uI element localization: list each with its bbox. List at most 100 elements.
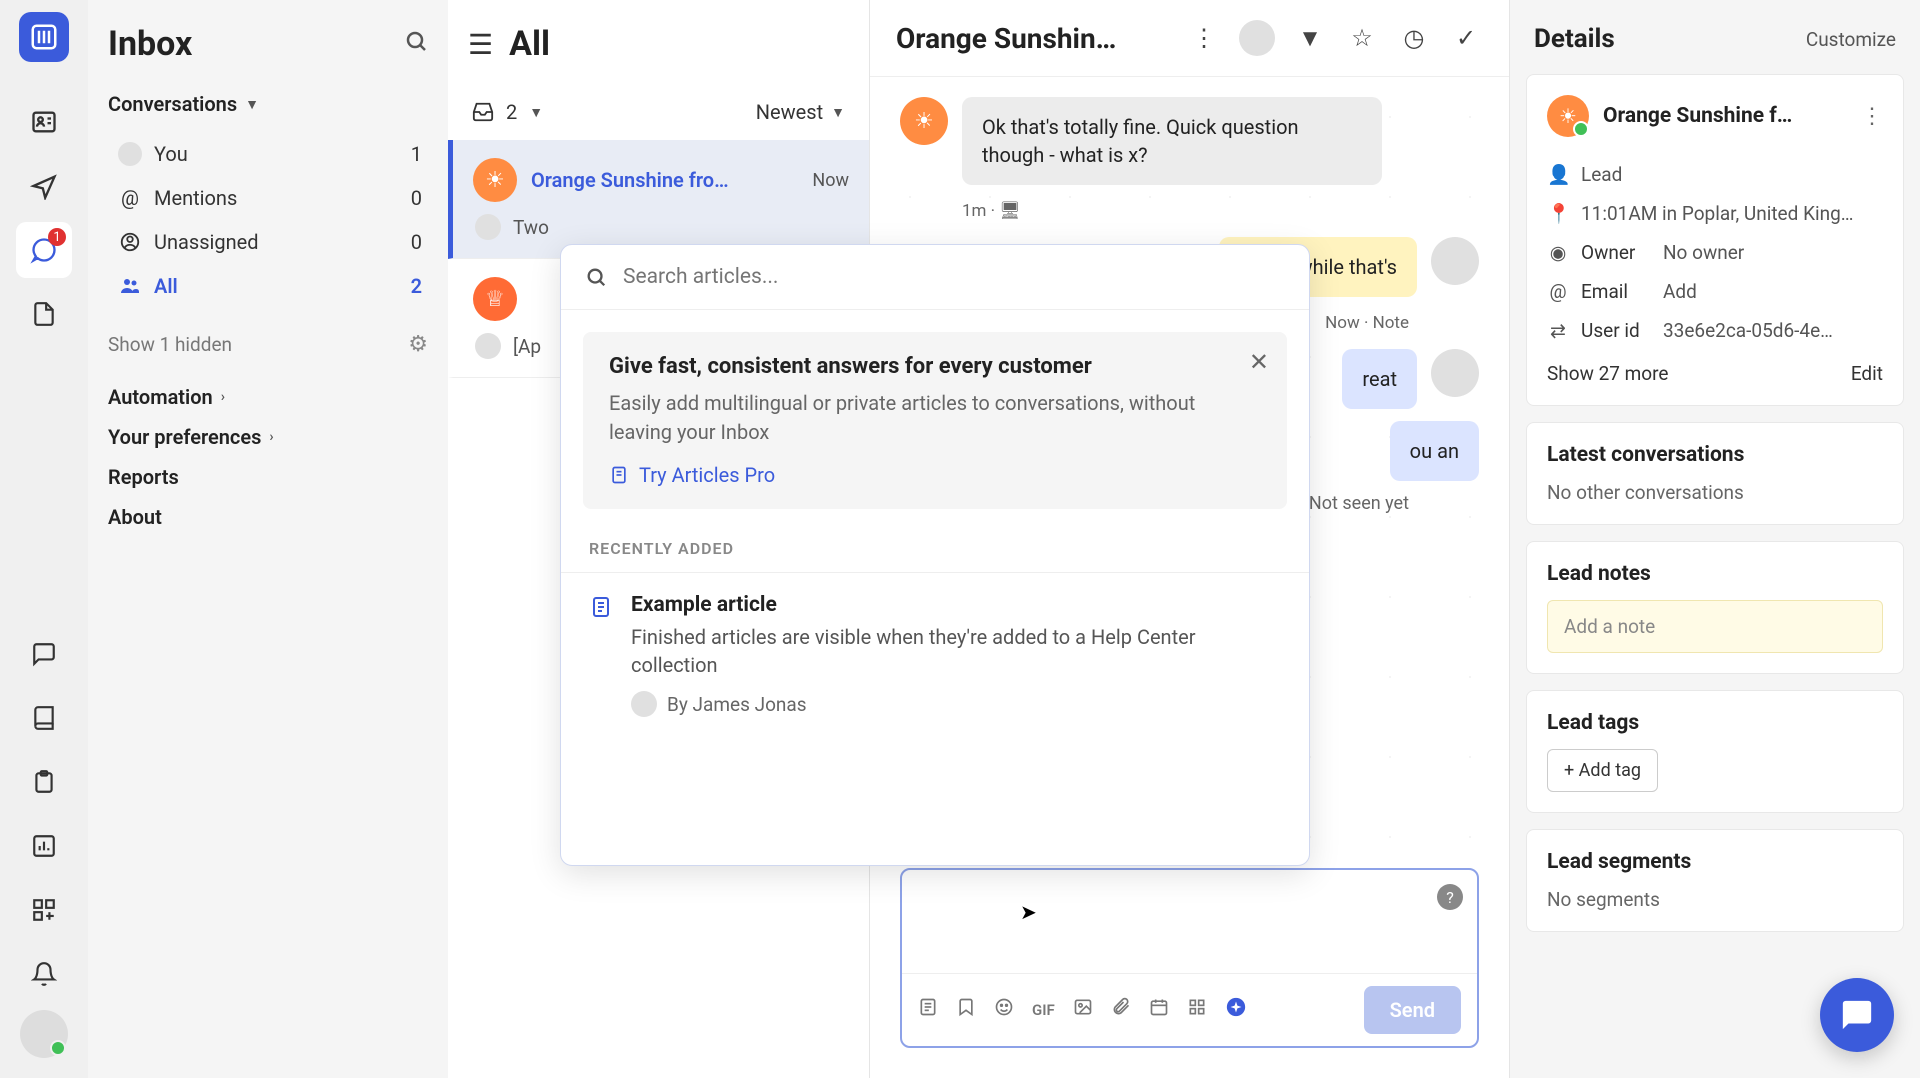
email-value[interactable]: Add [1663,280,1883,303]
article-item[interactable]: Example article Finished articles are vi… [561,572,1309,745]
rail-articles-icon[interactable] [16,286,72,342]
sort-dropdown[interactable]: Newest ▼ [756,100,845,124]
more-icon[interactable]: ⋮ [1861,104,1883,129]
lead-info-card: ☀ Orange Sunshine f… ⋮ 👤Lead 📍11:01AM in… [1526,74,1904,406]
rail-reports-icon[interactable] [16,818,72,874]
conversations-section[interactable]: Conversations ▼ [108,92,428,116]
inbox-badge: 1 [48,228,66,246]
try-articles-pro-link[interactable]: Try Articles Pro [609,463,1261,487]
conversations-label: Conversations [108,92,237,116]
conversation-avatar: ♕ [473,277,517,321]
rail-chat-icon[interactable] [16,626,72,682]
list-title: All [509,24,550,64]
assignee-dropdown-icon[interactable]: ▼ [1293,24,1327,53]
sidebar-item-label: Unassigned [154,230,411,254]
bookmark-icon[interactable] [956,997,976,1023]
assignee-avatar[interactable] [1239,20,1275,56]
rail-contacts-icon[interactable] [16,94,72,150]
sidebar-item-all[interactable]: All 2 [108,264,428,308]
add-tag-button[interactable]: + Add tag [1547,749,1658,792]
rail-bell-icon[interactable] [16,946,72,1002]
at-icon: @ [114,186,146,210]
list-toggle-icon[interactable]: ☰ [468,28,493,61]
sidebar-item-mentions[interactable]: @ Mentions 0 [108,176,428,220]
operator-icon[interactable] [1225,996,1247,1024]
userid-icon: ⇄ [1547,319,1569,342]
sidebar-item-label: You [154,142,411,166]
lead-name[interactable]: Orange Sunshine f… [1603,104,1847,128]
rail-apps-icon[interactable] [16,882,72,938]
search-icon [585,266,607,288]
edit-button[interactable]: Edit [1851,362,1883,385]
promo-title: Give fast, consistent answers for every … [609,354,1261,379]
open-count: 2 [506,100,517,124]
show-more-button[interactable]: Show 27 more [1547,362,1668,385]
image-icon[interactable] [1073,997,1093,1023]
rail-book-icon[interactable] [16,690,72,746]
rail-outbound-icon[interactable] [16,158,72,214]
card-title: Latest conversations [1547,443,1883,467]
person-icon: 👤 [1547,163,1569,186]
customize-button[interactable]: Customize [1806,28,1896,51]
help-icon[interactable]: ? [1437,884,1463,910]
chevron-down-icon: ▼ [529,104,543,121]
attachment-icon[interactable] [1111,997,1131,1023]
lead-location: 11:01AM in Poplar, United King… [1581,202,1883,225]
conversation-time: Now [812,170,849,191]
composer[interactable]: ? GIF Send [900,868,1479,1048]
card-title: Lead segments [1547,850,1883,874]
article-insert-icon[interactable] [918,997,938,1023]
user-avatar[interactable] [20,1010,68,1058]
agent-avatar [1431,237,1479,285]
userid-value: 33e6e2ca-05d6-4e… [1663,319,1883,342]
calendar-icon[interactable] [1149,997,1169,1023]
snooze-icon[interactable]: ◷ [1397,24,1431,52]
apps-icon[interactable] [1187,997,1207,1023]
document-icon [609,465,629,485]
reply-message: reat [1342,349,1417,409]
people-icon [114,274,146,298]
search-icon[interactable] [404,29,428,59]
about-link[interactable]: About [108,505,428,529]
sidebar-item-count: 1 [411,142,422,166]
sidebar-item-you[interactable]: You 1 [108,132,428,176]
close-conversation-icon[interactable]: ✓ [1449,24,1483,52]
automation-section[interactable]: Automation› [108,385,428,409]
avatar-icon [118,142,142,166]
rail-inbox-icon[interactable]: 1 [16,222,72,278]
owner-value[interactable]: No owner [1663,241,1883,264]
articles-pro-promo: ✕ Give fast, consistent answers for ever… [583,332,1287,509]
lead-notes-card: Lead notes Add a note [1526,541,1904,674]
preferences-section[interactable]: Your preferences› [108,425,428,449]
gif-icon[interactable]: GIF [1032,1001,1055,1019]
reply-message: ou an [1390,421,1479,481]
owner-label: Owner [1581,241,1651,264]
latest-conversations-card: Latest conversations No other conversati… [1526,422,1904,525]
conversation-preview: Two [513,216,549,239]
messenger-launcher[interactable] [1820,978,1894,1052]
sidebar-title: Inbox [108,24,192,64]
show-hidden-button[interactable]: Show 1 hidden [108,333,232,356]
rail-clipboard-icon[interactable] [16,754,72,810]
chevron-down-icon: ▼ [245,96,259,113]
add-note-input[interactable]: Add a note [1547,600,1883,653]
article-search-input[interactable] [623,265,1285,289]
star-icon[interactable]: ☆ [1345,24,1379,52]
chevron-right-icon: › [269,429,273,445]
close-icon[interactable]: ✕ [1249,348,1269,376]
article-author: By James Jonas [667,693,807,716]
more-icon[interactable]: ⋮ [1187,24,1221,52]
author-avatar [631,691,657,717]
open-filter[interactable]: 2 ▼ [472,100,543,124]
conversation-item[interactable]: ☀ Orange Sunshine fro… Now Two [448,140,869,259]
promo-body: Easily add multilingual or private artic… [609,389,1261,447]
details-title: Details [1534,24,1615,54]
icon-rail: 1 [0,0,88,1078]
app-logo[interactable] [19,12,69,62]
gear-icon[interactable]: ⚙ [408,332,428,357]
emoji-icon[interactable] [994,997,1014,1023]
sidebar-item-unassigned[interactable]: Unassigned 0 [108,220,428,264]
send-button[interactable]: Send [1364,986,1461,1034]
reports-link[interactable]: Reports [108,465,428,489]
sidebar-item-count: 2 [411,274,422,298]
